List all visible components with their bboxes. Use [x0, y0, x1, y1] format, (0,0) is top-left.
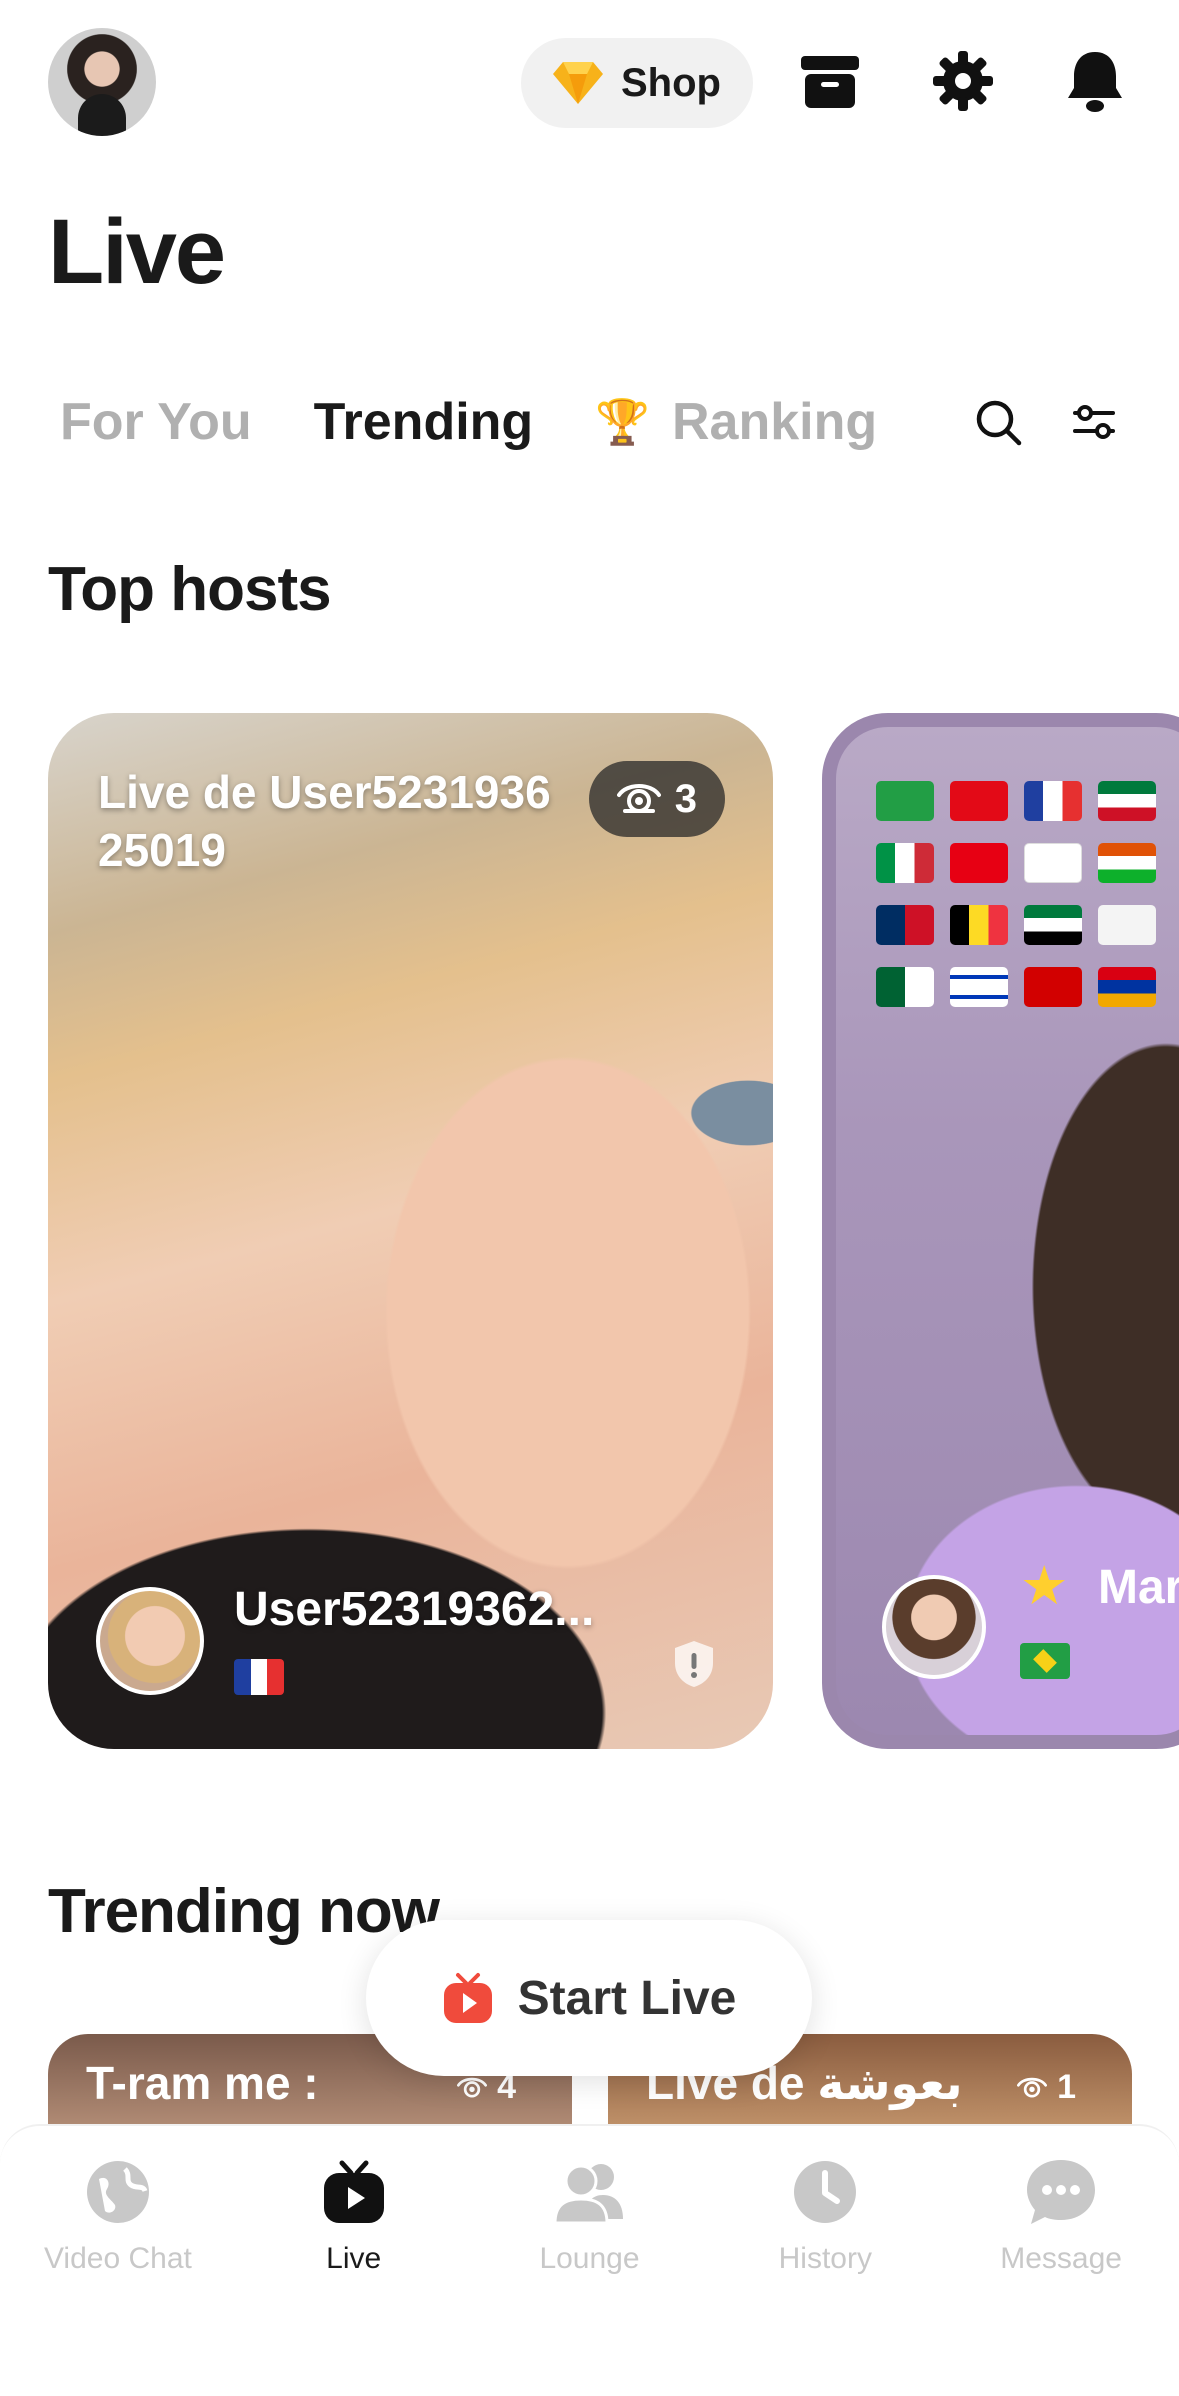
eye-icon: [1017, 2077, 1048, 2098]
brazil-flag-icon: [1020, 1643, 1070, 1679]
tab-for-you[interactable]: For You: [60, 392, 252, 452]
nav-label: Message: [1000, 2242, 1122, 2275]
shop-button[interactable]: Shop: [521, 38, 753, 128]
search-icon[interactable]: [968, 392, 1028, 452]
eye-icon: [457, 2077, 488, 2098]
profile-avatar[interactable]: [48, 28, 156, 136]
tab-ranking[interactable]: Ranking: [672, 392, 877, 452]
host-card[interactable]: Live de User523193625019 3 User52319362.…: [48, 713, 773, 1749]
host-avatar[interactable]: [882, 1575, 986, 1679]
diamond-icon: [553, 62, 603, 104]
host-card[interactable]: ★ Mar: [822, 713, 1179, 1749]
nav-label: Live: [326, 2242, 382, 2275]
nav-label: Lounge: [539, 2242, 640, 2275]
start-live-button[interactable]: Start Live: [366, 1920, 812, 2076]
flags-sticker: [876, 781, 1156, 1007]
tab-bar: For You Trending 🏆 Ranking: [60, 382, 939, 462]
star-icon: ★: [1020, 1556, 1069, 1616]
nav-message[interactable]: Message: [943, 2126, 1179, 2396]
trophy-icon: 🏆: [595, 398, 650, 447]
host-name: User52319362...: [234, 1583, 595, 1636]
filter-icon[interactable]: [1064, 392, 1124, 452]
eye-icon: [616, 784, 661, 813]
shield-icon[interactable]: [671, 1639, 717, 1689]
live-tv-icon: [443, 1973, 492, 2023]
live-title: Live de User523193625019: [98, 766, 551, 876]
nav-history[interactable]: History: [707, 2126, 943, 2396]
nav-label: Video Chat: [43, 2242, 192, 2275]
france-flag-icon: [234, 1659, 284, 1695]
shop-label: Shop: [621, 60, 721, 105]
nav-lounge[interactable]: Lounge: [472, 2126, 708, 2396]
viewer-count: 1: [1017, 2068, 1076, 2107]
live-title: T-ram me :: [86, 2057, 319, 2109]
viewer-count-value: 1: [1057, 2068, 1076, 2106]
live-tv-icon: [318, 2156, 390, 2228]
top-hosts-title: Top hosts: [48, 555, 332, 624]
store-box-icon[interactable]: [795, 46, 865, 116]
clock-icon: [789, 2156, 861, 2228]
trending-now-title: Trending now: [48, 1877, 440, 1946]
bell-icon[interactable]: [1060, 46, 1130, 116]
page-title: Live: [48, 201, 226, 303]
globe-icon: [82, 2156, 154, 2228]
tab-trending[interactable]: Trending: [314, 392, 534, 452]
host-name: Mar: [1098, 1561, 1179, 1614]
host-avatar[interactable]: [96, 1587, 204, 1695]
start-live-label: Start Live: [517, 1971, 737, 2025]
viewer-count-value: 3: [674, 776, 697, 821]
viewer-count: 3: [588, 761, 725, 837]
nav-label: History: [778, 2242, 872, 2275]
chat-bubble-icon: [1025, 2156, 1097, 2228]
gear-icon[interactable]: [928, 46, 998, 116]
users-icon: [553, 2156, 625, 2228]
nav-video-chat[interactable]: Video Chat: [0, 2126, 236, 2396]
bottom-nav: Video Chat Live Lounge History Message: [0, 2124, 1179, 2396]
nav-live[interactable]: Live: [236, 2126, 472, 2396]
